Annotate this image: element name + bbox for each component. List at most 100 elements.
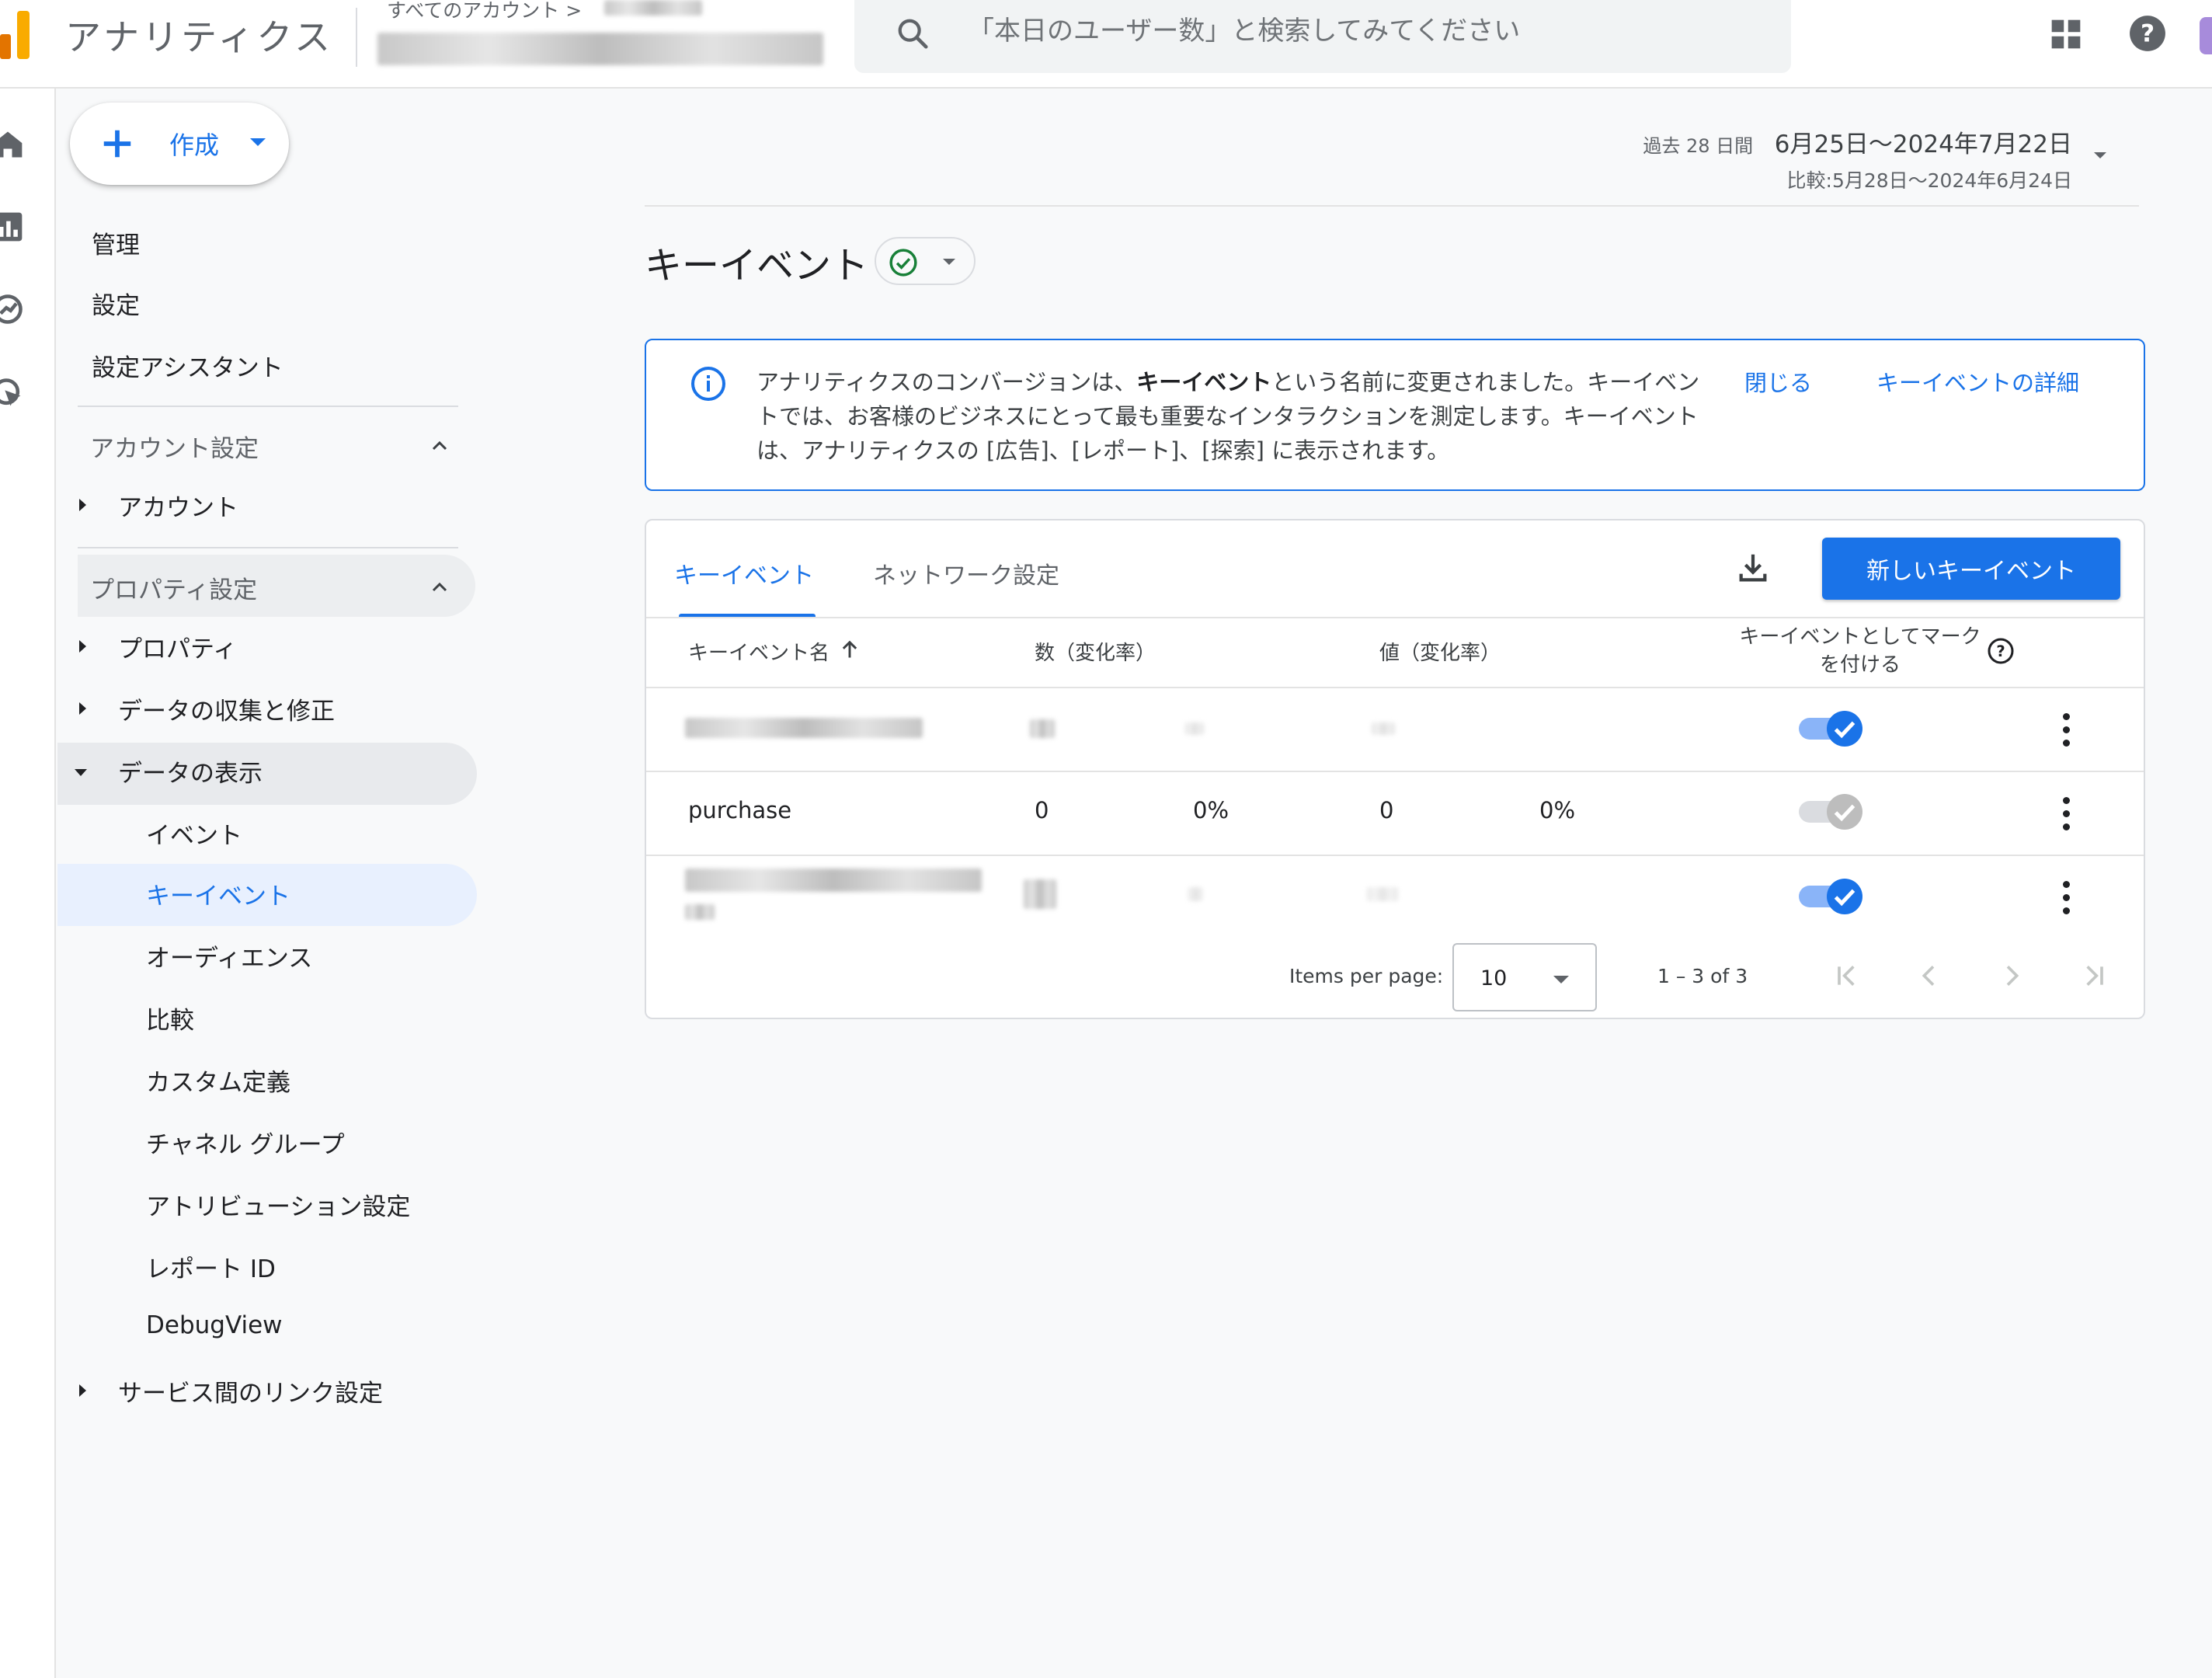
nav-admin[interactable]: 管理 xyxy=(92,225,140,260)
check-circle-icon xyxy=(889,249,917,277)
nav-comparisons[interactable]: 比較 xyxy=(146,1001,194,1036)
more-vert-icon[interactable] xyxy=(2063,881,2071,918)
pager-range: 1 – 3 of 3 xyxy=(1657,965,1748,987)
nav-attribution-settings[interactable]: アトリビューション設定 xyxy=(146,1187,410,1222)
nav-divider xyxy=(78,406,458,407)
date-range-dropdown-icon[interactable] xyxy=(2094,152,2106,158)
event-name-redacted xyxy=(685,718,923,738)
nav-channel-groups[interactable]: チャネル グループ xyxy=(146,1125,345,1160)
expand-arrow-icon[interactable] xyxy=(79,499,86,511)
svg-text:?: ? xyxy=(2141,19,2155,47)
svg-text:?: ? xyxy=(1996,642,2005,660)
nav-events[interactable]: イベント xyxy=(146,816,242,851)
explore-icon[interactable] xyxy=(0,292,25,326)
nav-settings[interactable]: 設定 xyxy=(92,286,140,321)
more-vert-icon[interactable] xyxy=(2063,713,2071,750)
title-divider xyxy=(356,8,357,67)
nav-property[interactable]: プロパティ xyxy=(118,629,237,664)
nav-data-collection[interactable]: データの収集と修正 xyxy=(118,691,335,726)
previous-page-icon[interactable] xyxy=(1914,960,1945,991)
table-header-top-border xyxy=(646,617,2144,618)
section-account-settings[interactable]: アカウント設定 xyxy=(78,413,475,475)
check-icon xyxy=(1827,794,1862,830)
event-name: purchase xyxy=(688,797,792,823)
create-button[interactable]: 作成 xyxy=(70,103,289,185)
items-per-page-select[interactable]: 10 xyxy=(1452,943,1597,1011)
date-range-picker[interactable]: 過去 28 日間 6月25日～2024年7月22日 比較:5月28日～2024年… xyxy=(1643,124,2072,193)
row-border xyxy=(646,855,2144,856)
value-redacted xyxy=(1372,722,1395,735)
date-preset: 過去 28 日間 xyxy=(1643,135,1754,157)
banner-text: アナリティクスのコンバージョンは、キーイベントという名前に変更されました。キーイ… xyxy=(756,369,1700,464)
breadcrumb[interactable]: すべてのアカウント > xyxy=(387,0,582,23)
help-icon[interactable]: ? xyxy=(2128,14,2167,53)
account-avatar[interactable] xyxy=(2200,17,2212,54)
sort-ascending-icon[interactable] xyxy=(839,639,861,660)
row-border xyxy=(646,771,2144,772)
nav-audiences[interactable]: オーディエンス xyxy=(146,938,312,973)
items-per-page-label: Items per page: xyxy=(1289,965,1444,987)
header-divider xyxy=(645,205,2139,207)
banner-details-link[interactable]: キーイベントの詳細 xyxy=(1876,365,2079,398)
tab-network-settings[interactable]: ネットワーク設定 xyxy=(873,556,1059,590)
advertising-icon[interactable] xyxy=(0,376,25,410)
new-key-event-button[interactable]: 新しいキーイベント xyxy=(1822,538,2120,600)
section-label: アカウント設定 xyxy=(90,435,259,463)
date-comparison: 比較:5月28日～2024年6月24日 xyxy=(1786,169,2072,192)
event-count-change: 0% xyxy=(1193,797,1229,823)
analytics-logo-icon xyxy=(0,11,30,59)
nav-divider xyxy=(78,547,458,548)
collapse-arrow-icon[interactable] xyxy=(75,769,87,776)
event-value-change: 0% xyxy=(1539,797,1576,823)
nav-product-links[interactable]: サービス間のリンク設定 xyxy=(118,1373,383,1408)
column-header-value: 値（変化率） xyxy=(1379,642,1501,665)
info-icon xyxy=(691,367,725,401)
more-vert-icon[interactable] xyxy=(2063,797,2071,834)
items-per-page-value: 10 xyxy=(1480,966,1508,990)
nav-key-events[interactable]: キーイベント xyxy=(146,876,290,911)
tab-key-events[interactable]: キーイベント xyxy=(674,556,814,590)
help-outline-icon[interactable]: ? xyxy=(1987,637,2015,665)
event-name-redacted xyxy=(685,904,715,920)
nav-custom-definitions[interactable]: カスタム定義 xyxy=(146,1063,290,1098)
check-icon xyxy=(1827,879,1862,914)
nav-account[interactable]: アカウント xyxy=(118,488,238,523)
page-title: キーイベント xyxy=(645,244,869,287)
nav-setup-assistant[interactable]: 設定アシスタント xyxy=(92,348,283,383)
expand-arrow-icon[interactable] xyxy=(79,1384,86,1397)
banner-close-link[interactable]: 閉じる xyxy=(1744,365,1812,398)
status-chip[interactable] xyxy=(875,237,976,285)
event-count: 0 xyxy=(1035,797,1049,823)
expand-arrow-icon[interactable] xyxy=(79,702,86,715)
expand-arrow-icon[interactable] xyxy=(79,640,86,653)
section-property-settings[interactable]: プロパティ設定 xyxy=(78,555,475,617)
nav-data-display[interactable]: データの表示 xyxy=(118,754,263,789)
column-header-mark: キーイベントとしてマーク を付ける xyxy=(1739,625,1981,677)
first-page-icon[interactable] xyxy=(1831,960,1862,991)
search-icon xyxy=(898,19,928,49)
home-icon[interactable] xyxy=(0,127,25,162)
next-page-icon[interactable] xyxy=(1996,960,2027,991)
download-icon[interactable] xyxy=(1735,550,1771,586)
count-redacted xyxy=(1030,719,1055,738)
chevron-down-icon xyxy=(1553,976,1569,983)
chevron-up-icon xyxy=(432,440,447,451)
column-header-name[interactable]: キーイベント名 xyxy=(688,637,830,666)
apps-grid-icon[interactable] xyxy=(2049,17,2083,51)
create-label: 作成 xyxy=(169,131,220,160)
property-selector-redacted[interactable] xyxy=(377,33,823,65)
nav-reporting-id[interactable]: レポート ID xyxy=(146,1249,276,1284)
search-bar[interactable] xyxy=(854,0,1791,73)
chevron-down-icon xyxy=(250,138,266,146)
column-header-count: 数（変化率） xyxy=(1035,642,1156,665)
last-page-icon[interactable] xyxy=(2078,960,2109,991)
admin-side-nav: 作成 管理 設定 設定アシスタント アカウント設定 アカウント プロパティ設定 … xyxy=(57,89,492,1678)
search-input[interactable] xyxy=(968,9,1760,53)
key-events-card: キーイベント ネットワーク設定 新しいキーイベント キーイベント名 数（変化率）… xyxy=(645,519,2145,1019)
nav-debugview[interactable]: DebugView xyxy=(146,1311,283,1339)
chevron-down-icon xyxy=(943,259,955,265)
row-border xyxy=(646,687,2144,688)
count-redacted xyxy=(1024,879,1056,909)
app-title: アナリティクス xyxy=(65,16,333,58)
reports-icon[interactable] xyxy=(0,210,25,244)
